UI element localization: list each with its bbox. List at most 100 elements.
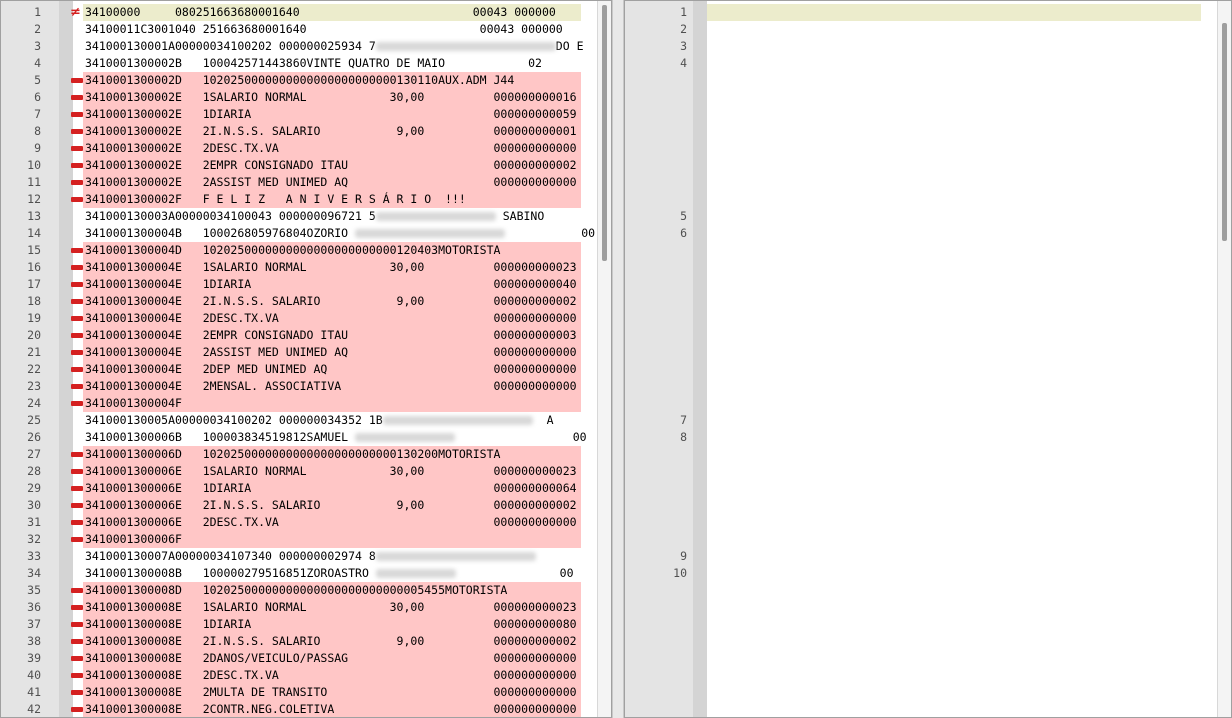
line-number: 35 xyxy=(27,583,41,597)
diff-line[interactable]: 30 3410001300006E 2I.N.S.S. SALARIO 9,00 … xyxy=(1,497,597,514)
diff-line[interactable]: 40 3410001300008E 2DESC.TX.VA 00000000000… xyxy=(1,667,597,684)
diff-line[interactable] xyxy=(625,89,1217,106)
diff-line[interactable] xyxy=(625,327,1217,344)
line-text: 3410001300002F F E L I Z A N I V E R S Á… xyxy=(85,192,466,206)
diff-line[interactable]: 37 3410001300008E 1DIARIA 000000000080 xyxy=(1,616,597,633)
diff-line[interactable]: 41 3410001300008E 2MULTA DE TRANSITO 0000… xyxy=(1,684,597,701)
diff-line[interactable] xyxy=(625,259,1217,276)
diff-line[interactable]: 11 3410001300002E 2ASSIST MED UNIMED AQ 0… xyxy=(1,174,597,191)
diff-line[interactable] xyxy=(625,157,1217,174)
diff-line[interactable]: 5341000130003A00000034100043 00000009672… xyxy=(625,208,1217,225)
diff-line[interactable]: 103410001300008B 100000279516851ZOROASTR… xyxy=(625,565,1217,582)
diff-line[interactable] xyxy=(625,191,1217,208)
line-text: 34100000 080251663680001640 00043 000000 xyxy=(85,5,556,19)
diff-line[interactable] xyxy=(625,480,1217,497)
diff-line[interactable]: 234100011C3001040 251663680001640 00043 … xyxy=(1,21,597,38)
diff-line[interactable]: 21 3410001300004E 2ASSIST MED UNIMED AQ 0… xyxy=(1,344,597,361)
diff-line[interactable]: 29 3410001300006E 1DIARIA 000000000064 xyxy=(1,480,597,497)
diff-line[interactable]: 33 341000130007A00000034107340 0000000029… xyxy=(1,548,597,565)
left-diff-pane[interactable]: 1 ≠ 34100000 080251663680001640 00043 0000… xyxy=(0,0,612,718)
diff-line[interactable]: 43410001300002B 100042571443860VINTE QUA… xyxy=(1,55,597,72)
diff-line[interactable]: 19 3410001300004E 2DESC.TX.VA 00000000000… xyxy=(1,310,597,327)
diff-line[interactable] xyxy=(625,667,1217,684)
diff-line[interactable]: 9341000130007A00000034107340 00000000297… xyxy=(625,548,1217,565)
left-vertical-scrollbar[interactable] xyxy=(597,1,611,717)
diff-line[interactable] xyxy=(625,684,1217,701)
diff-line[interactable] xyxy=(625,72,1217,89)
diff-line[interactable] xyxy=(625,599,1217,616)
diff-line[interactable]: 1≠34100000 080251663680001640 00043 0000… xyxy=(625,4,1217,21)
diff-line[interactable]: 20 3410001300004E 2EMPR CONSIGNADO ITAU 0… xyxy=(1,327,597,344)
line-number: 2 xyxy=(680,22,687,36)
diff-line[interactable] xyxy=(625,701,1217,717)
left-line-list: 1 ≠ 34100000 080251663680001640 00043 0000… xyxy=(1,4,597,717)
diff-line[interactable]: 34 3410001300008B 100000279516851ZOROASTR… xyxy=(1,565,597,582)
diff-line[interactable] xyxy=(625,616,1217,633)
diff-line[interactable]: 1≠34100000 080251663680001640 00043 0000… xyxy=(1,4,597,21)
diff-line[interactable] xyxy=(625,293,1217,310)
diff-line[interactable]: 43410001300002B 100042571443860VINTE QUA… xyxy=(625,55,1217,72)
diff-line[interactable]: 7 3410001300002E 1DIARIA 000000000059 xyxy=(1,106,597,123)
diff-line[interactable]: 17 3410001300004E 1DIARIA 000000000040 xyxy=(1,276,597,293)
diff-line[interactable] xyxy=(625,531,1217,548)
diff-line[interactable]: 16 3410001300004E 1SALARIO NORMAL 30,00 0… xyxy=(1,259,597,276)
diff-line[interactable]: 15 3410001300004D 10202500000000000000000… xyxy=(1,242,597,259)
diff-line[interactable] xyxy=(625,276,1217,293)
diff-line[interactable]: 22 3410001300004E 2DEP MED UNIMED AQ 0000… xyxy=(1,361,597,378)
diff-line[interactable]: 9 3410001300002E 2DESC.TX.VA 000000000000 xyxy=(1,140,597,157)
diff-line[interactable]: 27 3410001300006D 10202500000000000000000… xyxy=(1,446,597,463)
right-scroll-thumb[interactable] xyxy=(1222,23,1227,241)
diff-line[interactable]: 26 3410001300006B 100003834519812SAMUEL 0… xyxy=(1,429,597,446)
diff-line[interactable]: 3341000130001A00000034100202 00000002593… xyxy=(625,38,1217,55)
line-number: 42 xyxy=(27,702,41,716)
line-number: 40 xyxy=(27,668,41,682)
left-scroll-thumb[interactable] xyxy=(602,5,607,261)
diff-line[interactable]: 35 3410001300008D 10202500000000000000000… xyxy=(1,582,597,599)
diff-line[interactable]: 38 3410001300008E 2I.N.S.S. SALARIO 9,00 … xyxy=(1,633,597,650)
diff-line[interactable]: 83410001300006B 100003834519812SAMUEL ( … xyxy=(625,429,1217,446)
diff-line[interactable] xyxy=(625,174,1217,191)
diff-line[interactable]: 3341000130001A00000034100202 00000002593… xyxy=(1,38,597,55)
diff-line[interactable]: 63410001300004B 100026805976804OZORIO 00 xyxy=(625,225,1217,242)
diff-line[interactable]: 18 3410001300004E 2I.N.S.S. SALARIO 9,00 … xyxy=(1,293,597,310)
diff-line[interactable]: 36 3410001300008E 1SALARIO NORMAL 30,00 0… xyxy=(1,599,597,616)
diff-line[interactable] xyxy=(625,123,1217,140)
diff-line[interactable]: 10 3410001300002E 2EMPR CONSIGNADO ITAU 0… xyxy=(1,157,597,174)
diff-line[interactable]: 7341000130005A00000034100202 00000003435… xyxy=(625,412,1217,429)
diff-line[interactable]: 24 3410001300004F xyxy=(1,395,597,412)
diff-line[interactable]: 6 3410001300002E 1SALARIO NORMAL 30,00 00… xyxy=(1,89,597,106)
diff-line[interactable] xyxy=(625,514,1217,531)
diff-line[interactable]: 32 3410001300006F xyxy=(1,531,597,548)
diff-line[interactable]: 23 3410001300004E 2MENSAL. ASSOCIATIVA 00… xyxy=(1,378,597,395)
right-vertical-scrollbar[interactable] xyxy=(1217,1,1231,717)
diff-line[interactable]: 39 3410001300008E 2DANOS/VEICULO/PASSAG 0… xyxy=(1,650,597,667)
diff-line[interactable]: 5 3410001300002D 102025000000000000000000… xyxy=(1,72,597,89)
diff-line[interactable] xyxy=(625,582,1217,599)
diff-line[interactable]: 31 3410001300006E 2DESC.TX.VA 00000000000… xyxy=(1,514,597,531)
diff-line[interactable]: 12 3410001300002F F E L I Z A N I V E R S… xyxy=(1,191,597,208)
diff-line[interactable]: 14 3410001300004B 100026805976804OZORIO 0… xyxy=(1,225,597,242)
diff-line[interactable]: 42 3410001300008E 2CONTR.NEG.COLETIVA 000… xyxy=(1,701,597,717)
line-text: 3410001300004E 2MENSAL. ASSOCIATIVA 0000… xyxy=(85,379,577,393)
diff-line[interactable]: 25 341000130005A00000034100202 0000000343… xyxy=(1,412,597,429)
diff-line[interactable] xyxy=(625,497,1217,514)
pane-splitter[interactable] xyxy=(612,0,624,718)
diff-line[interactable] xyxy=(625,633,1217,650)
diff-line[interactable] xyxy=(625,378,1217,395)
line-text: 3410001300006F xyxy=(85,532,182,546)
diff-line[interactable]: 234100011C3001040 251663680001640 00043 … xyxy=(625,21,1217,38)
diff-line[interactable]: 28 3410001300006E 1SALARIO NORMAL 30,00 0… xyxy=(1,463,597,480)
diff-line[interactable] xyxy=(625,361,1217,378)
diff-line[interactable] xyxy=(625,446,1217,463)
diff-line[interactable] xyxy=(625,140,1217,157)
diff-line[interactable] xyxy=(625,344,1217,361)
diff-line[interactable] xyxy=(625,106,1217,123)
diff-line[interactable] xyxy=(625,463,1217,480)
diff-line[interactable]: 13 341000130003A00000034100043 0000000967… xyxy=(1,208,597,225)
right-diff-pane[interactable]: 1≠34100000 080251663680001640 00043 0000… xyxy=(624,0,1232,718)
diff-line[interactable] xyxy=(625,310,1217,327)
diff-line[interactable] xyxy=(625,650,1217,667)
diff-line[interactable] xyxy=(625,242,1217,259)
diff-line[interactable]: 8 3410001300002E 2I.N.S.S. SALARIO 9,00 0… xyxy=(1,123,597,140)
diff-line[interactable] xyxy=(625,395,1217,412)
